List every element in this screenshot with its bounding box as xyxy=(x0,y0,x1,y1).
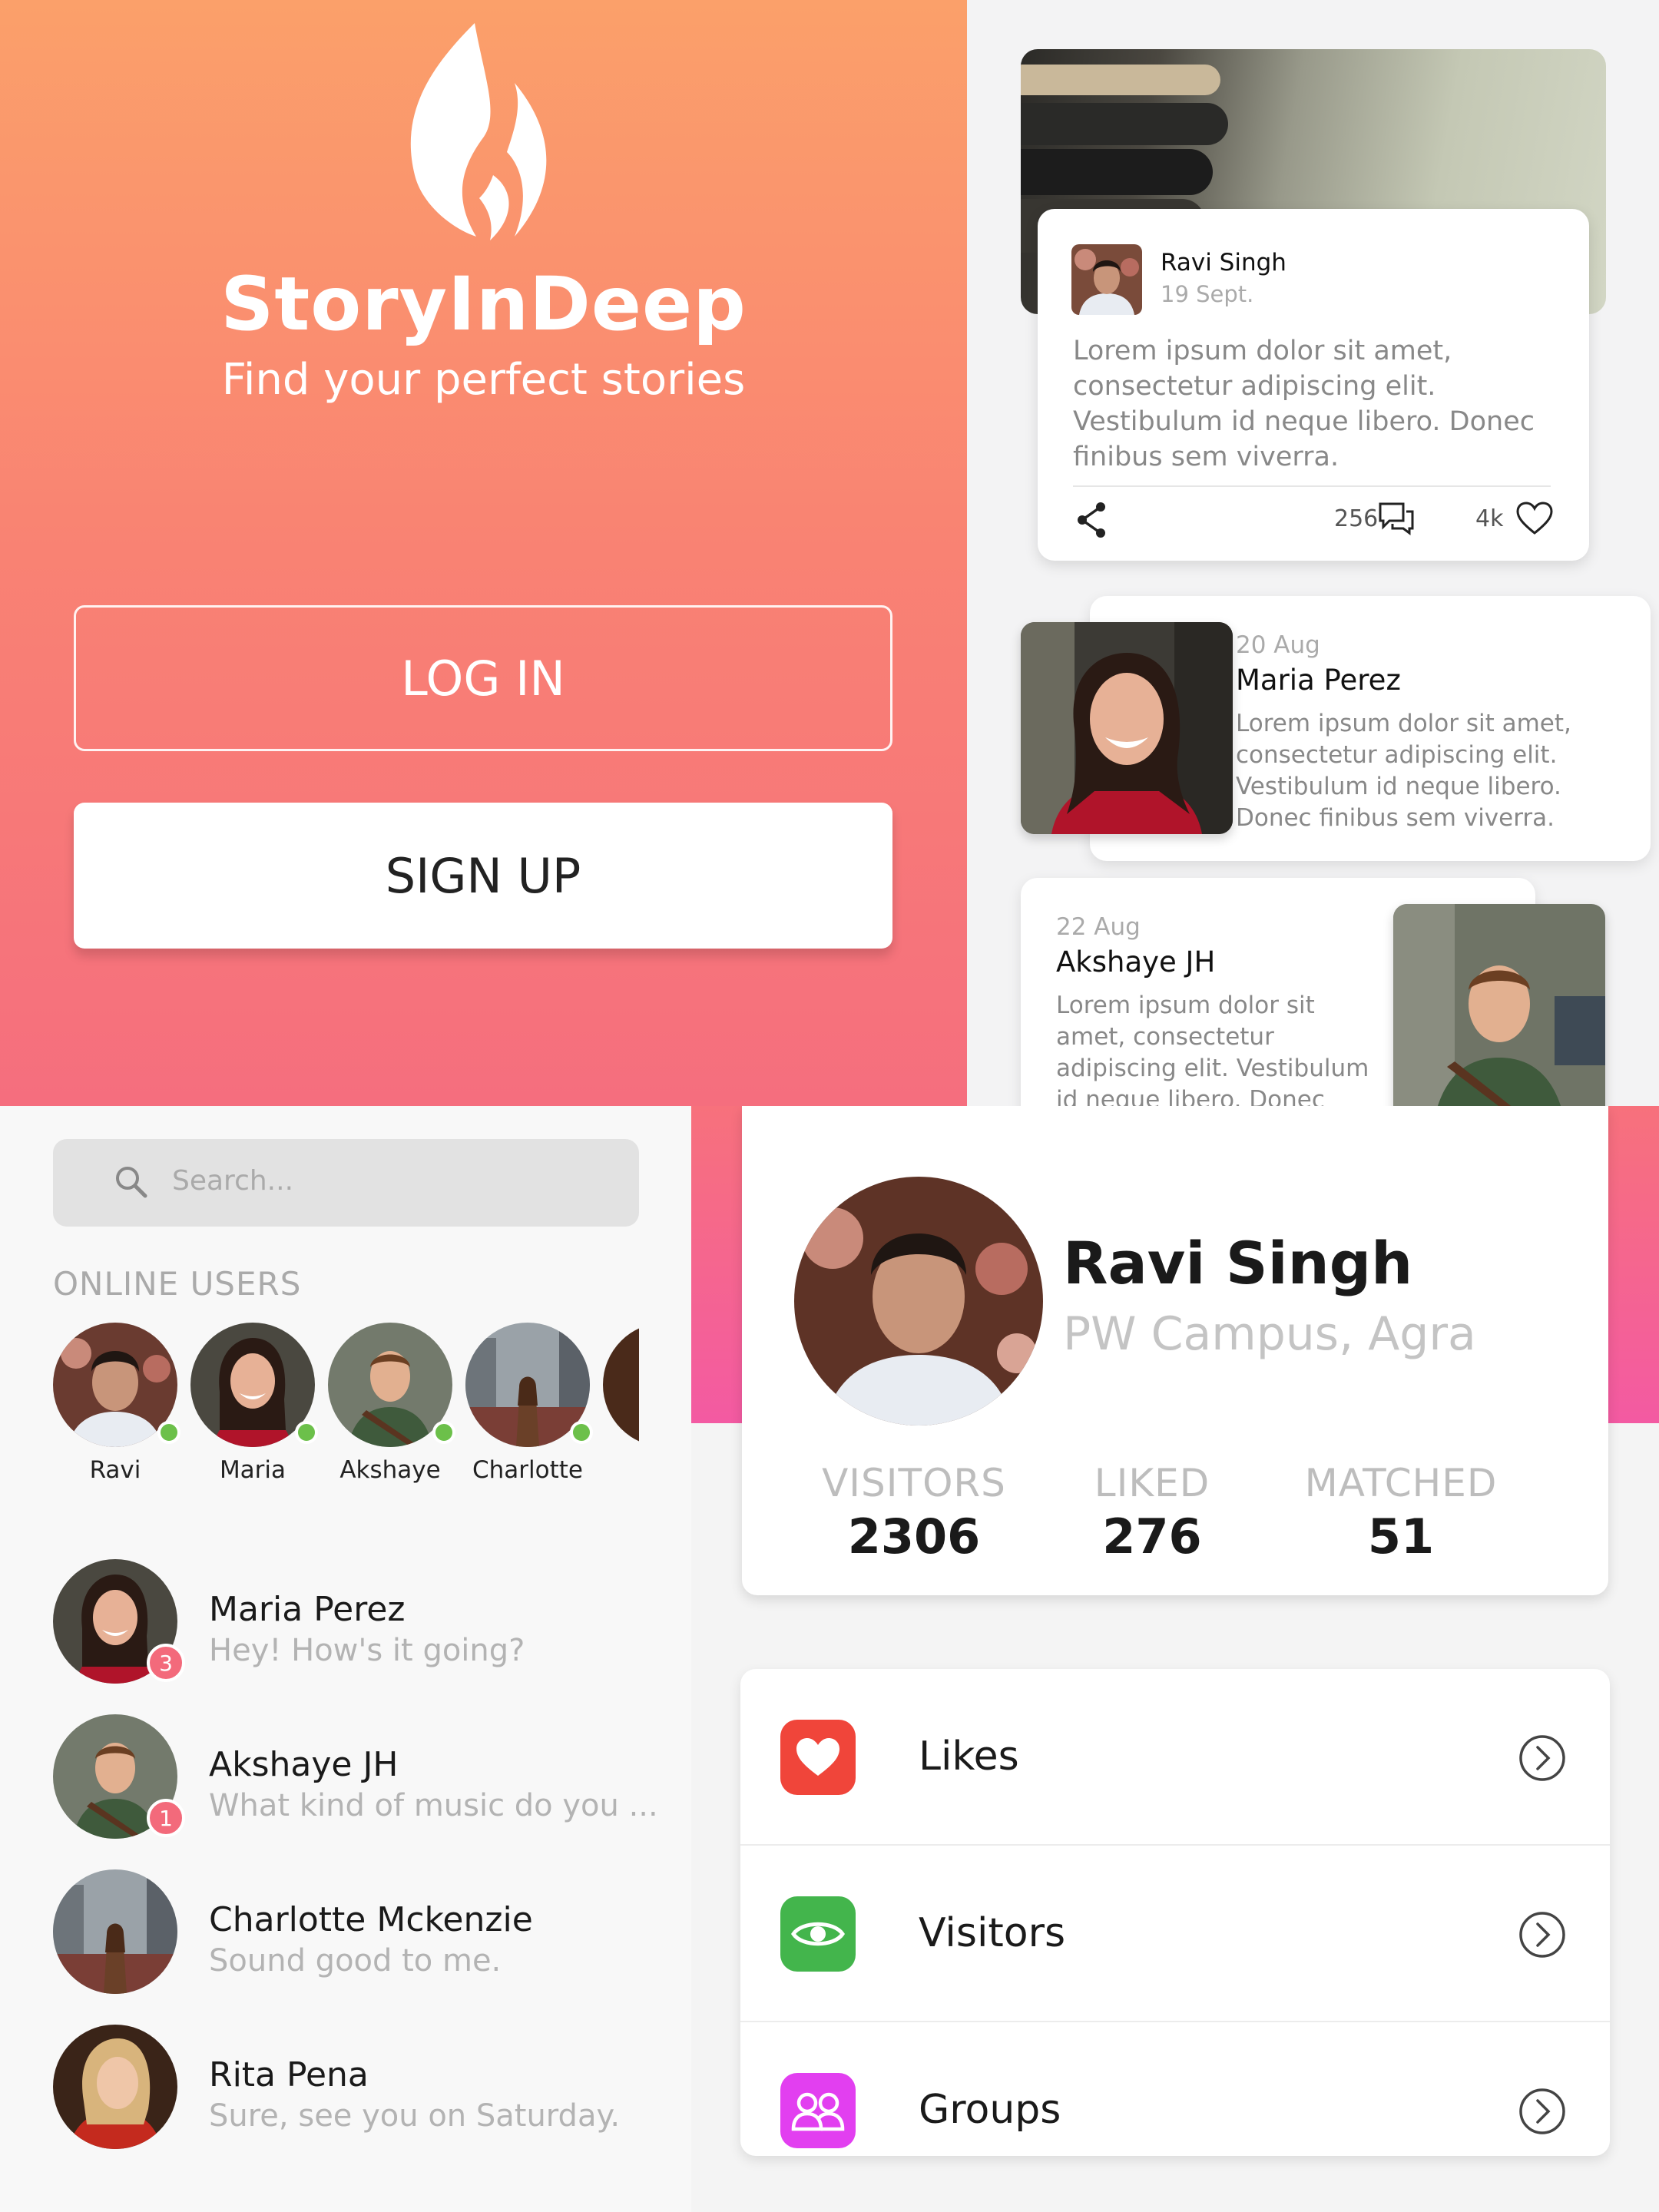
chat-name: Charlotte Mckenzie xyxy=(209,1900,533,1939)
profile-screen: Ravi Singh PW Campus, Agra VISITORS 2306… xyxy=(691,1106,1659,2212)
liked-stat[interactable]: LIKED 276 xyxy=(1022,1461,1283,1565)
post-date: 19 Sept. xyxy=(1161,281,1254,307)
heart-icon xyxy=(780,1720,856,1795)
story-author[interactable]: Maria Perez xyxy=(1236,664,1401,697)
stat-value: 276 xyxy=(1102,1508,1202,1565)
post-card[interactable]: Ravi Singh 19 Sept. Lorem ipsum dolor si… xyxy=(1038,209,1589,561)
unread-badge: 1 xyxy=(147,1799,185,1837)
feed-screen: Ravi Singh 19 Sept. Lorem ipsum dolor si… xyxy=(967,0,1659,1106)
story-text: Lorem ipsum dolor sit amet, consectetur … xyxy=(1236,710,1571,832)
signup-button[interactable]: SIGN UP xyxy=(74,803,892,949)
avatar xyxy=(53,2025,177,2149)
profile-name: Ravi Singh xyxy=(1063,1229,1413,1297)
chevron-right-icon xyxy=(1519,1735,1565,1781)
matched-stat[interactable]: MATCHED 51 xyxy=(1270,1461,1532,1565)
app-title: StoryInDeep xyxy=(220,261,747,347)
profile-card: Ravi Singh PW Campus, Agra VISITORS 2306… xyxy=(742,1106,1608,1595)
chat-row[interactable]: 3 Maria Perez Hey! How's it going? xyxy=(53,1559,652,1690)
post-text: Lorem ipsum dolor sit amet, consectetur … xyxy=(1073,336,1535,472)
chat-screen: Search... ONLINE USERS Ravi Maria Akshay… xyxy=(0,1106,691,2212)
chat-preview: Sound good to me. xyxy=(209,1943,502,1979)
story-text: Lorem ipsum dolor sit amet, consectetur … xyxy=(1056,992,1369,1106)
splash-screen: StoryInDeep Find your perfect stories LO… xyxy=(0,0,967,1106)
online-user-name: Akshaye xyxy=(339,1456,441,1484)
chat-preview: Hey! How's it going? xyxy=(209,1633,525,1668)
online-user[interactable]: Charlotte xyxy=(465,1323,593,1488)
chat-name: Maria Perez xyxy=(209,1590,406,1629)
online-user-name: Charlotte xyxy=(472,1456,583,1484)
online-user-name: Ravi xyxy=(89,1456,141,1484)
comment-count: 256 xyxy=(1334,505,1379,532)
menu-label: Visitors xyxy=(919,1910,1066,1956)
profile-location: PW Campus, Agra xyxy=(1063,1307,1476,1361)
heart-icon[interactable] xyxy=(1515,501,1554,536)
unread-badge: 3 xyxy=(147,1644,185,1682)
stat-label: LIKED xyxy=(1094,1461,1210,1505)
search-placeholder: Search... xyxy=(172,1165,294,1197)
online-users-heading: ONLINE USERS xyxy=(53,1265,302,1303)
eye-icon xyxy=(780,1896,856,1972)
online-user-partial[interactable] xyxy=(603,1323,639,1447)
online-indicator xyxy=(295,1421,318,1444)
story-author[interactable]: Akshaye JH xyxy=(1056,945,1215,979)
comment-icon[interactable] xyxy=(1377,501,1416,536)
divider xyxy=(1073,485,1551,487)
chat-name: Rita Pena xyxy=(209,2055,369,2094)
online-indicator xyxy=(570,1421,593,1444)
online-user[interactable]: Akshaye xyxy=(328,1323,455,1488)
chevron-right-icon xyxy=(1519,1912,1565,1958)
stat-label: VISITORS xyxy=(822,1461,1006,1505)
menu-item-groups[interactable]: Groups xyxy=(740,2022,1610,2156)
stat-label: MATCHED xyxy=(1304,1461,1498,1505)
story-photo xyxy=(1021,622,1233,834)
post-author[interactable]: Ravi Singh xyxy=(1161,249,1286,276)
chat-preview: What kind of music do you ... xyxy=(209,1788,658,1823)
login-button[interactable]: LOG IN xyxy=(74,605,892,751)
stat-value: 2306 xyxy=(847,1508,981,1565)
app-tagline: Find your perfect stories xyxy=(221,355,746,405)
chevron-right-icon xyxy=(1519,2088,1565,2134)
profile-avatar[interactable] xyxy=(794,1177,1043,1426)
chat-row[interactable]: Charlotte Mckenzie Sound good to me. xyxy=(53,1869,652,2000)
menu-label: Groups xyxy=(919,2087,1061,2133)
menu-item-likes[interactable]: Likes xyxy=(740,1669,1610,1846)
online-user[interactable]: Ravi xyxy=(53,1323,180,1488)
share-icon[interactable] xyxy=(1075,501,1108,539)
flame-logo-icon xyxy=(410,23,547,240)
chat-row[interactable]: Rita Pena Sure, see you on Saturday. xyxy=(53,2025,652,2155)
online-user-name: Maria xyxy=(219,1456,286,1484)
online-indicator xyxy=(157,1421,180,1444)
story-photo xyxy=(1393,904,1605,1106)
chat-row[interactable]: 1 Akshaye JH What kind of music do you .… xyxy=(53,1714,658,1845)
search-icon xyxy=(116,1167,147,1198)
story-date: 22 Aug xyxy=(1056,913,1141,941)
avatar xyxy=(1071,244,1142,315)
chat-name: Akshaye JH xyxy=(209,1745,399,1784)
online-indicator xyxy=(432,1421,455,1444)
stat-value: 51 xyxy=(1367,1508,1435,1565)
online-user[interactable]: Maria xyxy=(190,1323,318,1488)
visitors-stat[interactable]: VISITORS 2306 xyxy=(783,1461,1045,1565)
menu-label: Likes xyxy=(919,1734,1019,1780)
chat-preview: Sure, see you on Saturday. xyxy=(209,2098,621,2134)
menu-item-visitors[interactable]: Visitors xyxy=(740,1846,1610,2022)
story-date: 20 Aug xyxy=(1236,631,1320,659)
groups-icon xyxy=(780,2073,856,2148)
avatar xyxy=(53,1869,177,1994)
profile-menu: Likes Visitors Groups xyxy=(740,1669,1610,2156)
search-input[interactable]: Search... xyxy=(53,1139,639,1227)
like-count: 4k xyxy=(1475,505,1504,532)
